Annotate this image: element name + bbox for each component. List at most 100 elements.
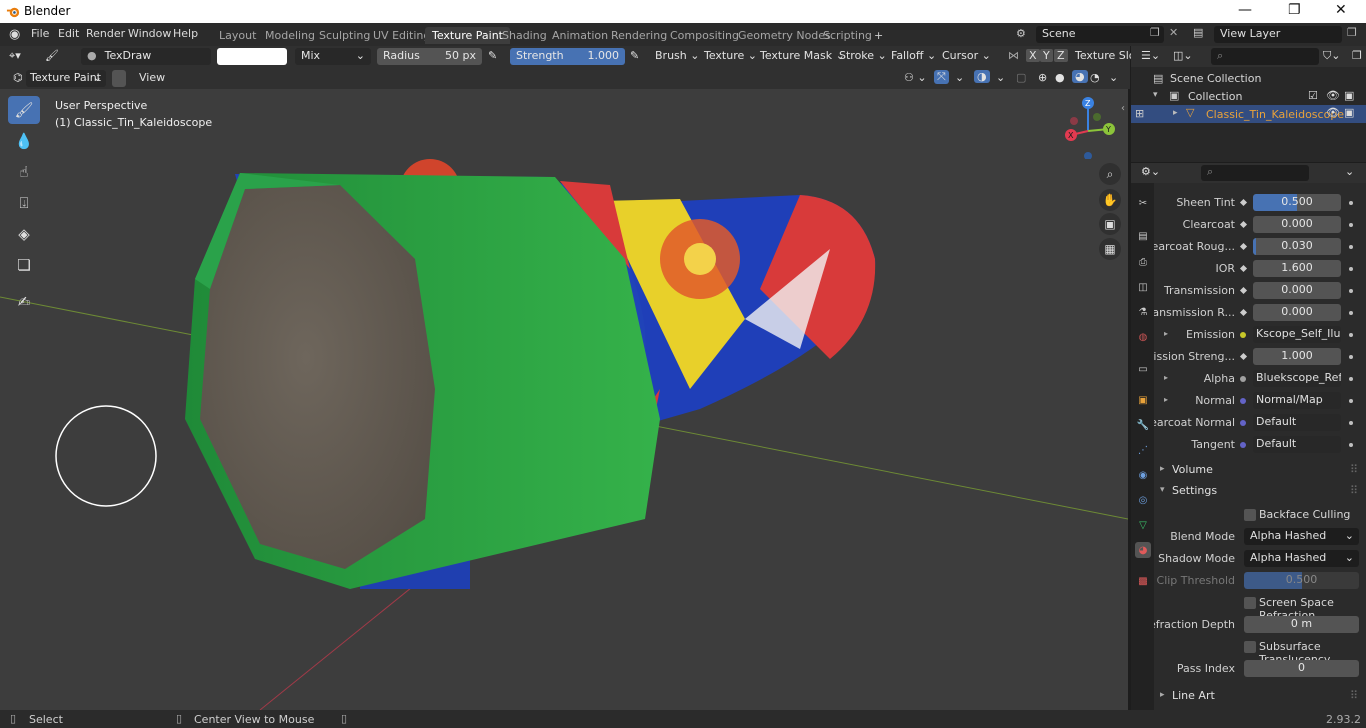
clone-tool-icon[interactable]: ⍗ <box>8 189 40 217</box>
keyframe-dot-icon[interactable] <box>1349 399 1353 403</box>
collection-expand-icon[interactable]: ▾ <box>1153 90 1158 100</box>
strength-slider[interactable]: Strength 1.000 <box>510 48 625 65</box>
prop-slider[interactable]: 0.000 <box>1253 216 1341 233</box>
keyframe-dot-icon[interactable] <box>1349 355 1353 359</box>
socket-link-icon[interactable] <box>1239 352 1248 361</box>
outliner-search-input[interactable]: ⌕ <box>1211 48 1319 65</box>
filter-icon[interactable]: ⛉⌄ <box>1323 49 1340 63</box>
annotate-tool-icon[interactable]: ✍ <box>8 288 40 316</box>
drag-handle-icon[interactable]: ⠿ <box>1350 484 1358 497</box>
menu-edit[interactable]: Edit <box>58 27 79 40</box>
settings-section[interactable]: ▾ Settings ⠿ <box>1154 482 1366 502</box>
keyframe-dot-icon[interactable] <box>1349 421 1353 425</box>
stroke-dropdown[interactable]: Stroke ⌄ <box>839 49 887 62</box>
mask-tool-icon[interactable]: ❏ <box>8 251 40 279</box>
keyframe-dot-icon[interactable] <box>1349 245 1353 249</box>
radius-field[interactable]: Radius 50 px <box>377 48 482 65</box>
scene-selector[interactable]: Scene <box>1036 26 1164 43</box>
overlays-toggle-icon[interactable]: ◑ <box>974 70 990 83</box>
drag-handle-icon[interactable]: ⠿ <box>1350 463 1358 476</box>
prop-slider[interactable]: 0.500 <box>1253 194 1341 211</box>
texture-dropdown[interactable]: Texture ⌄ <box>704 49 757 62</box>
scene-tab-icon[interactable]: ⚗ <box>1135 304 1151 320</box>
prop-slider[interactable]: 1.000 <box>1253 348 1341 365</box>
data-tab-icon[interactable]: ▽ <box>1135 517 1151 533</box>
navigation-gizmo[interactable]: Z Y X <box>1057 97 1119 159</box>
object-render-icon[interactable]: ▣ <box>1344 106 1354 119</box>
minimize-button[interactable]: — <box>1238 2 1252 18</box>
prop-link-field[interactable]: Kscope_Self_Ilum.png <box>1253 326 1341 343</box>
tool-tab-icon[interactable]: ✂ <box>1135 195 1151 211</box>
output-tab-icon[interactable]: ⎙ <box>1135 254 1151 270</box>
line-art-section[interactable]: ▸ Line Art ⠿ <box>1154 687 1366 707</box>
symmetry-icon[interactable]: ⋈ <box>1008 49 1019 62</box>
new-view-layer-icon[interactable]: ❐ <box>1347 26 1357 39</box>
keyframe-dot-icon[interactable] <box>1349 223 1353 227</box>
viewport-scene[interactable] <box>0 89 1128 710</box>
view-layer-tab-icon[interactable]: ◫ <box>1135 279 1151 295</box>
object-label[interactable]: Classic_Tin_Kaleidoscope <box>1206 108 1344 121</box>
scene-collection-label[interactable]: Scene Collection <box>1170 72 1261 85</box>
socket-link-icon[interactable] <box>1239 220 1248 229</box>
xray-toggle-icon[interactable]: ▢ <box>1016 71 1026 84</box>
prop-link-field[interactable]: Bluekscope_Refracti... <box>1253 370 1341 387</box>
menu-render[interactable]: Render <box>86 27 125 40</box>
collection-tab-icon[interactable]: ▭ <box>1135 361 1151 377</box>
collection-render-icon[interactable]: ▣ <box>1344 89 1354 102</box>
socket-expand-icon[interactable]: ▸ <box>1164 329 1168 338</box>
editor-type-icon[interactable]: ⌖▾ <box>9 49 21 63</box>
keyframe-dot-icon[interactable] <box>1349 201 1353 205</box>
soften-tool-icon[interactable]: 💧 <box>8 127 40 155</box>
properties-editor-icon[interactable]: ⚙⌄ <box>1141 165 1160 178</box>
menu-help[interactable]: Help <box>173 27 198 40</box>
view-layer-selector[interactable]: View Layer <box>1214 26 1342 43</box>
socket-dot-icon[interactable] <box>1240 420 1246 426</box>
pass-index-field[interactable]: 0 <box>1244 660 1359 677</box>
rendered-shading-icon[interactable]: ◔ <box>1090 71 1100 84</box>
blend-mode-dropdown[interactable]: Alpha Hashed ⌄ <box>1244 528 1359 545</box>
refraction-depth-field[interactable]: 0 m <box>1244 616 1359 633</box>
grid-view-icon[interactable]: ▦ <box>1099 238 1121 260</box>
object-visibility-icon[interactable]: 👁 <box>1326 106 1340 119</box>
keyframe-dot-icon[interactable] <box>1349 377 1353 381</box>
ssr-checkbox[interactable] <box>1244 597 1256 609</box>
mask-toggle[interactable] <box>112 70 126 87</box>
object-expand-icon[interactable]: ▸ <box>1173 108 1178 118</box>
world-tab-icon[interactable]: ◍ <box>1135 329 1151 345</box>
socket-dot-icon[interactable] <box>1240 442 1246 448</box>
gizmo-neg-y[interactable] <box>1093 113 1101 121</box>
overlays-dropdown[interactable]: ⌄ <box>996 71 1005 84</box>
add-workspace-button[interactable]: + <box>867 27 890 44</box>
menu-window[interactable]: Window <box>128 27 171 40</box>
display-mode-icon[interactable]: ◫⌄ <box>1173 49 1193 62</box>
socket-link-icon[interactable] <box>1239 242 1248 251</box>
collection-visibility-icon[interactable]: 👁 <box>1326 89 1340 102</box>
brush-color-swatch[interactable] <box>217 48 287 65</box>
falloff-dropdown[interactable]: Falloff ⌄ <box>891 49 936 62</box>
blend-mode-dropdown[interactable]: Mix ⌄ <box>295 48 371 65</box>
material-shading-icon[interactable]: ◕ <box>1072 70 1088 83</box>
new-scene-icon[interactable]: ❐ <box>1150 26 1160 39</box>
mirror-z-toggle[interactable]: Z <box>1054 49 1068 62</box>
shading-dropdown[interactable]: ⌄ <box>1109 71 1118 84</box>
pivot-dropdown[interactable]: ⚇ ⌄ <box>904 71 927 84</box>
texture-tab-icon[interactable]: ▩ <box>1135 573 1151 589</box>
draw-tool-icon[interactable]: 🖌 <box>8 96 40 124</box>
brush-tool-icon[interactable]: 🖌 <box>45 49 59 62</box>
collection-label[interactable]: Collection <box>1188 90 1242 103</box>
keyframe-dot-icon[interactable] <box>1349 333 1353 337</box>
texture-mask-dropdown[interactable]: Texture Mask ⌄ <box>760 49 845 62</box>
socket-dot-icon[interactable] <box>1240 398 1246 404</box>
cursor-dropdown[interactable]: Cursor ⌄ <box>942 49 991 62</box>
brush-selector[interactable]: ● TexDraw <box>81 48 211 65</box>
keyframe-dot-icon[interactable] <box>1349 311 1353 315</box>
close-window-button[interactable]: ✕ <box>1335 2 1347 18</box>
wireframe-shading-icon[interactable]: ⊕ <box>1038 71 1047 84</box>
view-layer-icon[interactable]: ▤ <box>1193 26 1203 39</box>
volume-section[interactable]: ▸ Volume ⠿ <box>1154 461 1366 481</box>
modifier-tab-icon[interactable]: 🔧 <box>1135 417 1151 433</box>
smear-tool-icon[interactable]: ☝ <box>8 158 40 186</box>
socket-link-icon[interactable] <box>1239 264 1248 273</box>
view-menu[interactable]: View <box>139 71 165 84</box>
properties-search-input[interactable]: ⌕ <box>1201 165 1309 181</box>
